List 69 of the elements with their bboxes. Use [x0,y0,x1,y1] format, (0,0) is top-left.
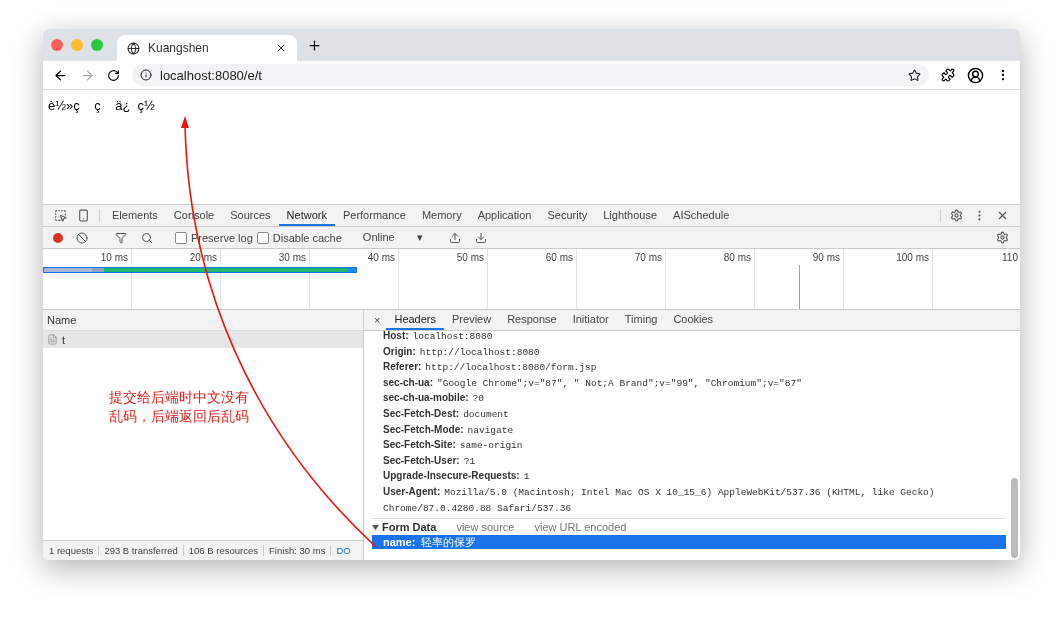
checkbox-label: Disable cache [272,231,342,244]
tick-label: 10 ms [100,252,128,263]
page-text: è½»ç ç ä¿ ç½ [48,98,155,113]
checkbox[interactable] [256,231,269,244]
devtools-tab[interactable]: Memory [413,205,470,226]
star-icon[interactable] [908,68,921,82]
devtools-tab[interactable]: AISchedule [665,205,738,226]
status-text: 293 B transferred [99,545,184,556]
header-line: Sec-Fetch-Site: same-origin [382,438,524,454]
header-line: Sec-Fetch-User: ?1 [382,453,477,469]
tick-label: 110 [1002,252,1018,263]
header-line: Host: localhost:8080 [382,329,494,344]
event-marker [799,265,800,309]
address-bar[interactable]: localhost:8080/e/t [132,64,929,86]
devtools-tab[interactable]: Lighthouse [595,205,666,226]
status-text: Finish: 30 ms [263,545,332,556]
tick-label: 100 ms [896,252,929,263]
detail-tab[interactable]: Preview [444,310,500,330]
record-button[interactable] [53,232,63,243]
close-icon[interactable]: × [368,310,387,330]
header-line: Upgrade-Insecure-Requests: 1 [382,469,531,485]
detail-tab[interactable]: Response [499,310,565,330]
tick-label: 50 ms [456,252,484,263]
globe-icon [127,41,140,55]
header-line: Origin: http://localhost:8080 [382,344,541,360]
header-line: Sec-Fetch-Mode: navigate [382,422,515,438]
back-icon[interactable] [53,67,68,83]
browser-tab[interactable]: Kuangshen [117,35,297,61]
form-data-row[interactable]: name: 轻率的保罗 [372,535,1006,550]
tick-label: 30 ms [278,252,306,263]
detail-tab[interactable]: Cookies [665,310,722,330]
devtools-tab[interactable]: Security [539,205,596,226]
tick-label: 90 ms [812,252,840,263]
tick-label: 20 ms [189,252,217,263]
tick-label: 40 ms [367,252,395,263]
detail-tab[interactable]: Headers [386,310,444,330]
section-title: Form Data [382,521,437,534]
devtools-tab[interactable]: Sources [222,205,279,226]
devtools-tab[interactable]: Elements [104,205,166,226]
tick-label: 70 ms [634,252,662,263]
column-header: Name [47,314,77,326]
new-tab-icon[interactable] [307,37,322,53]
tick-label: 80 ms [723,252,751,263]
checkbox[interactable] [175,231,187,244]
document-icon [47,334,58,345]
annotation-text: 提交给后端时中文没有乱码，后端返回后乱码 [109,388,249,426]
view-link[interactable]: view source [456,521,515,534]
header-line: sec-ch-ua: "Google Chrome";v="87", " Not;A Brand";v="99", "Chromium";v="87" [382,375,803,391]
status-text: DO [335,545,352,556]
close-tab-icon[interactable] [275,42,287,54]
throttle-dropdown[interactable]: Online ▾ [358,231,427,244]
status-text: 106 B resources [183,545,264,556]
tick-label: 60 ms [545,252,573,263]
header-line: Sec-Fetch-Dest: document [382,406,510,422]
header-line: Referer: http://localhost:8080/form.jsp [382,360,598,376]
detail-tab[interactable]: Timing [616,310,666,330]
detail-tab[interactable]: Initiator [564,310,617,330]
header-line: User-Agent: Mozilla/5.0 (Macintosh; Intel Mac OS X 10_15_6) AppleWebKit/537.36 (KHTML, like Gecko) Chrome/87.0.4280.88 Safari/537.36 [382,484,936,516]
profile-icon[interactable] [967,66,984,84]
triangle-icon[interactable] [372,523,379,531]
info-icon [140,69,152,81]
devtools-tab[interactable]: Performance [334,205,414,226]
extensions-icon[interactable] [941,68,955,82]
view-link[interactable]: view URL encoded [534,521,627,534]
header-line: sec-ch-ua-mobile: ?0 [382,391,485,407]
reload-icon[interactable] [107,68,120,82]
request-row[interactable]: t [43,331,363,348]
devtools-tab[interactable]: Application [469,205,540,226]
status-text: 1 requests [49,545,100,556]
